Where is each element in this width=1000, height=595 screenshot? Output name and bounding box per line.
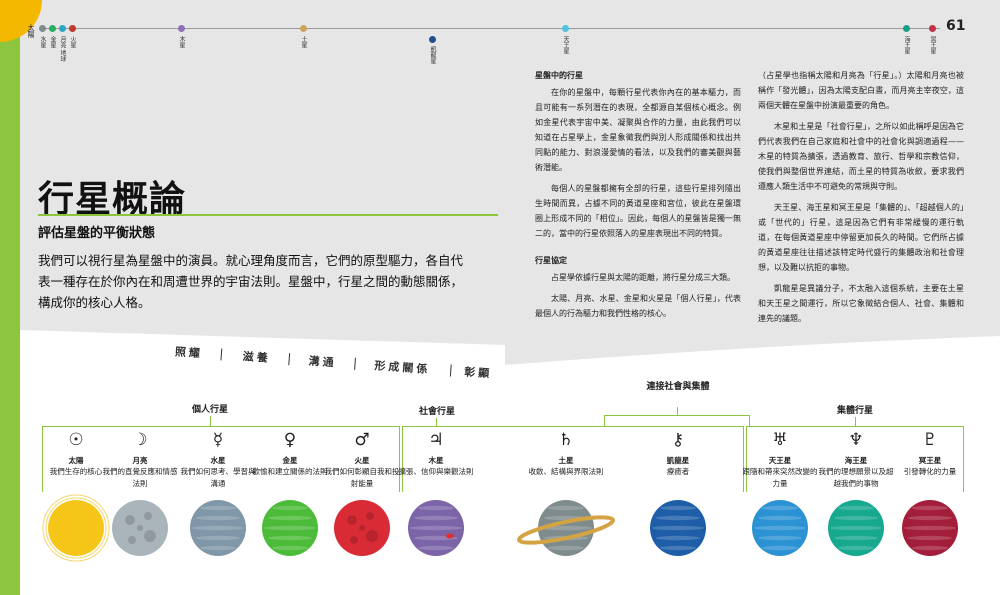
intro-paragraph: 我們可以視行星為星盤中的演員。就心理角度而言，它們的原型驅力，各自代表一種存在於… [38,253,464,310]
planet-name: 火星 [354,456,370,465]
orbit-planet-dot [39,25,46,32]
planet-symbol-icon: ☽ [132,430,148,450]
planet-name: 金星 [282,456,298,465]
text-column-1: 星盤中的行星 在你的星盤中，每顆行星代表你內在的基本驅力，而且可能有一系列潛在的… [535,68,741,327]
planet-symbol-icon: ♃ [428,430,444,450]
orbit-planet-dot [300,25,307,32]
planet-description: 跟隨和帶來突然改變的力量 [742,467,818,488]
connect-bracket [604,415,750,427]
planet-description: 擴張、信仰與樂觀法則 [398,467,474,476]
planet-illustration [190,500,246,556]
paragraph: 太陽、月亮、水星、金星和火星是「個人行星」，代表最個人的行為驅力和我們性格的核心… [535,294,741,318]
orbit-planet-label: 火星 [69,36,76,48]
orbit-planet-label: 木星 [178,36,185,48]
planet-symbol-icon: ⚷ [671,430,685,450]
planet-description: 我們的直覺反應和情感法則 [102,467,178,488]
planet-name: 木星 [428,456,444,465]
planet-symbol-icon: ♆ [848,430,864,450]
planet-description: 我們如何思考、學習與溝通 [180,467,256,488]
tab-label: 彰顯 [463,365,493,381]
bracket-stem [436,418,437,426]
planet-illustration [828,500,884,556]
group-label-collective: 集體行星 [836,406,873,416]
planet-illustration [752,500,808,556]
page-number: 61 [946,18,966,34]
planet-description: 引發轉化的力量 [903,467,957,476]
planet-symbol-icon: ☉ [68,430,84,450]
planet-illustration [650,500,706,556]
group-label-connect: 連接社會與集體 [646,382,710,392]
orbit-planet-dot [69,25,76,32]
tab-divider [354,357,356,370]
group-label-personal: 個人行星 [191,405,228,415]
planet-name: 月亮 [132,456,148,465]
planet-symbol-icon: ♄ [558,430,574,450]
tab-label: 照耀 [174,345,204,361]
planet-illustration [262,500,318,556]
page-subtitle: 評估星盤的平衡狀態 [38,226,156,241]
orbit-planet-label: 凱龍星 [429,46,436,64]
tab-divider [449,364,452,377]
planet-name: 冥王星 [918,456,942,465]
planet-symbol-icon: ♀ [283,430,297,450]
tab-label: 溝通 [308,354,338,370]
section-heading: 行星協定 [535,256,567,265]
paragraph: 木星和土星是「社會行星」，之所以如此稱呼是因為它們代表我們在自己家庭和社會中的社… [758,122,964,191]
paragraph: 每個人的星盤都擁有全部的行星，這些行星排列隨出生時間而異，占據不同的黃道星座和宮… [535,184,741,238]
text-column-2: （占星學也指稱太陽和月亮為「行星」。）太陽和月亮也被稱作「發光體」，因為太陽支配… [758,68,964,332]
orbit-planet-dot [178,25,185,32]
tab-divider [220,348,223,361]
orbit-planet-dot [429,36,436,43]
orbit-planet-dot [59,25,66,32]
orbit-planet-dot [929,25,936,32]
orbit-planet-dot [562,25,569,32]
planet-name: 海王星 [844,456,868,465]
paragraph: 占星學依據行星與太陽的距離，將行星分成三大類。 [551,273,735,282]
planet-illustration [112,500,168,556]
planet-illustration [517,500,615,556]
planet-description: 歡愉和建立關係的法則 [252,467,328,476]
planet-name: 天王星 [768,456,792,465]
orbit-planet-label: 海王星 [903,36,910,54]
orbit-planet-label: 月亮 地球 [59,36,66,62]
planet-illustration [408,500,464,556]
bracket-stem [855,417,856,426]
planet-illustration [334,500,390,556]
orbit-planet-label: 水星 [39,36,46,48]
planet-illustration [42,494,110,562]
tab-label: 形成關係 [374,359,431,377]
planet-illustration [902,500,958,556]
bracket-stem [210,416,211,426]
orbit-planet-label: 天王星 [562,36,569,54]
orbit-planet-dot [903,25,910,32]
paragraph: 天王星、海王星和冥王星是「集體的」、「超越個人的」或「世代的」行星，這是因為它們… [758,203,964,272]
orbit-planet-label: 土星 [300,36,307,48]
paragraph: 凱龍星是異議分子，不太融入這個系統，主要在土星和天王星之間運行，所以它象徵結合個… [758,284,964,323]
orbit-planet-label: 冥王星 [929,36,936,54]
tab-divider [288,353,291,366]
planet-description: 收斂、結構與界限法則 [528,467,604,476]
title-divider [38,214,498,216]
sun-label: 太陽 [27,24,35,38]
planet-description: 我們的理想願景以及超越我們的事物 [818,467,894,488]
planet-name: 土星 [558,456,574,465]
orbit-planet-dot [49,25,56,32]
planet-name: 凱龍星 [666,456,690,465]
planet-description: 療癒者 [666,467,690,476]
planet-symbol-icon: ♅ [772,430,788,450]
tab-label: 滋養 [242,349,272,365]
orbit-planet-label: 金星 [49,36,56,48]
bracket-stem [677,407,678,415]
paragraph: （占星學也指稱太陽和月亮為「行星」。）太陽和月亮也被稱作「發光體」，因為太陽支配… [758,71,964,110]
planet-description: 我們如何彰顯自我和投射能量 [324,467,400,488]
orbit-line [40,28,940,29]
group-label-social: 社會行星 [418,407,455,417]
planet-symbol-icon: ☿ [212,430,224,450]
paragraph: 在你的星盤中，每顆行星代表你內在的基本驅力，而且可能有一系列潛在的表現，全都源自… [535,88,741,172]
planet-symbol-icon: ♇ [922,430,938,450]
planet-symbol-icon: ♂ [354,430,370,450]
page-edge-stripe [0,0,20,595]
planet-name: 水星 [210,456,226,465]
section-heading: 星盤中的行星 [535,71,583,80]
